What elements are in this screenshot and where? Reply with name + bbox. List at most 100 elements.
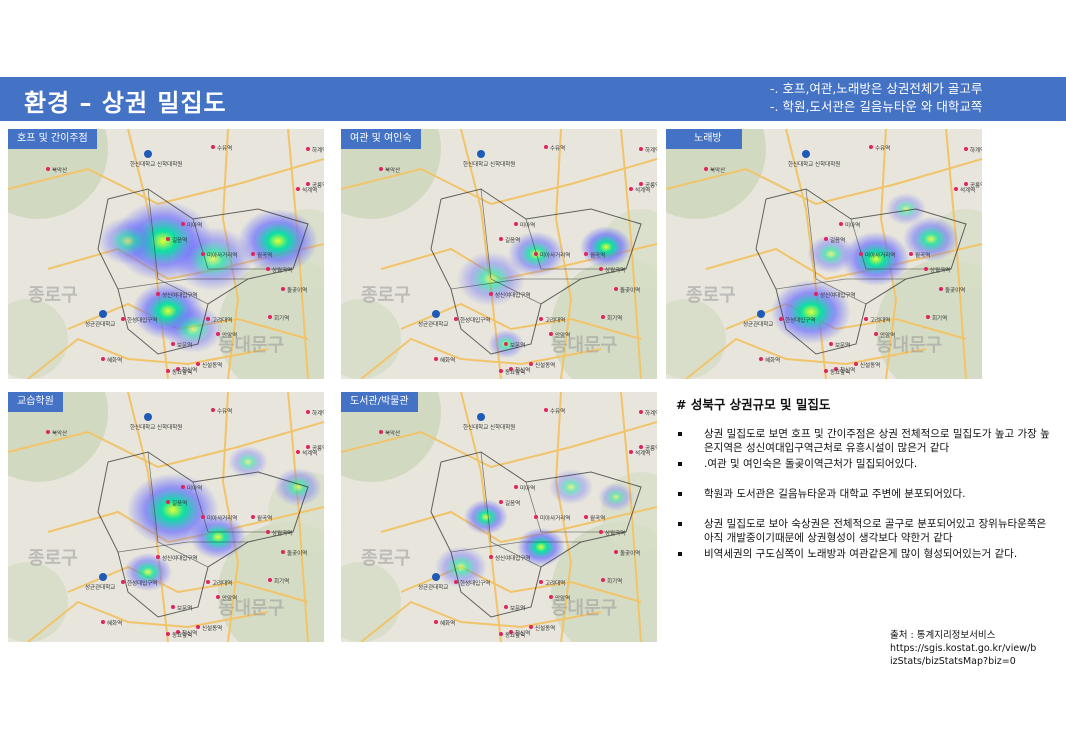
station-marker	[859, 252, 863, 256]
station-label: 동묘앞역	[830, 368, 850, 376]
station-label: 공릉역	[970, 181, 982, 189]
station-label: 북악산	[710, 166, 725, 174]
station-label: 돌곶이역	[620, 549, 640, 557]
station-label: 수유역	[217, 144, 232, 152]
station-label: 미아역	[520, 484, 535, 492]
school-icon	[757, 310, 765, 318]
summary-title: # 성북구 상권규모 및 밀집도	[676, 397, 831, 412]
station-marker	[864, 317, 868, 321]
station-marker	[121, 317, 125, 321]
station-marker	[854, 362, 858, 366]
summary-bullet: 학원과 도서관은 길음뉴타운과 대학교 주변에 분포되어있다.	[676, 487, 1056, 501]
station-marker	[166, 632, 170, 636]
station-label: 회기역	[607, 314, 622, 322]
station-marker	[499, 369, 503, 373]
station-marker	[601, 315, 605, 319]
station-label: 수유역	[550, 144, 565, 152]
station-marker	[171, 605, 175, 609]
station-label: 보문역	[835, 341, 850, 349]
terrain-area	[341, 299, 401, 379]
station-marker	[924, 267, 928, 271]
station-label: 고려대역	[545, 316, 565, 324]
station-label: 공릉역	[645, 444, 657, 452]
station-marker	[454, 317, 458, 321]
station-marker	[156, 555, 160, 559]
station-label: 길음역	[505, 236, 520, 244]
station-marker	[434, 357, 438, 361]
station-label: 고려대역	[870, 316, 890, 324]
panel-label: 노래방	[666, 129, 742, 149]
station-marker	[489, 292, 493, 296]
station-marker	[629, 187, 633, 191]
station-label: 미아역	[520, 221, 535, 229]
station-marker	[268, 578, 272, 582]
heatmap-panel-academy: 교습학원 수유역 미아역 미아사거리역 길음역 성신여대입구역 한성대입구역 혜화역 보문역 월…	[8, 392, 324, 642]
station-label: 수유역	[550, 407, 565, 415]
school-icon	[432, 310, 440, 318]
heat-spot	[464, 499, 508, 535]
station-label: 한성대입구역	[785, 316, 815, 324]
station-marker	[539, 580, 543, 584]
station-marker	[529, 625, 533, 629]
station-label: 신설동역	[860, 361, 880, 369]
station-marker	[529, 362, 533, 366]
station-marker	[814, 292, 818, 296]
station-label: 공릉역	[312, 444, 324, 452]
heat-spot	[274, 467, 322, 507]
station-label: 미아사거리역	[865, 251, 895, 259]
station-label: 수유역	[217, 407, 232, 415]
station-label: 신설동역	[202, 624, 222, 632]
station-marker	[504, 605, 508, 609]
station-marker	[296, 187, 300, 191]
station-label: 성신여대입구역	[162, 291, 197, 299]
terrain-area	[666, 299, 726, 379]
station-marker	[601, 578, 605, 582]
station-label: 고려대역	[545, 579, 565, 587]
place-label: 한신대학교 신학대학원	[788, 160, 840, 168]
district-label: 동대문구	[218, 598, 284, 619]
station-marker	[206, 580, 210, 584]
station-marker	[121, 580, 125, 584]
bullet-icon	[678, 522, 682, 526]
station-marker	[926, 315, 930, 319]
heatmap-map: 수유역미아역미아사거리역 길음역성신여대입구역한성대입구역혜화역 보문역 월곡역고려대…	[341, 392, 657, 642]
station-marker	[869, 145, 873, 149]
station-label: 월곡역	[257, 514, 272, 522]
station-marker	[534, 252, 538, 256]
header-note: -. 호프,여관,노래방은 상권전체가 골고루	[770, 81, 983, 96]
station-label: 미아사거리역	[207, 251, 237, 259]
station-label: 미아역	[187, 484, 202, 492]
heat-spot	[580, 226, 632, 268]
station-marker	[584, 515, 588, 519]
page-title: 환경 – 상권 밀집도	[24, 89, 227, 117]
place-label: 한신대학교 신학대학원	[463, 423, 515, 431]
station-label: 한성대입구역	[460, 579, 490, 587]
station-marker	[46, 430, 50, 434]
school-icon	[477, 150, 485, 158]
bullet-icon	[678, 462, 682, 466]
station-marker	[306, 410, 310, 414]
station-marker	[379, 430, 383, 434]
station-label: 하계역	[312, 409, 324, 417]
district-label: 동대문구	[551, 598, 617, 619]
station-label: 미아사거리역	[540, 514, 570, 522]
header-note: -. 학원,도서관은 길음뉴타운 와 대학교쪽	[770, 99, 983, 114]
station-label: 북악산	[52, 166, 67, 174]
station-label: 회기역	[274, 314, 289, 322]
station-label: 보문역	[177, 341, 192, 349]
source-note: 출처 : 통계지리정보서비스 https://sgis.kostat.go.kr…	[890, 629, 1036, 668]
station-label: 월곡역	[257, 251, 272, 259]
station-label: 성신여대입구역	[162, 554, 197, 562]
station-marker	[181, 485, 185, 489]
station-label: 신설동역	[202, 361, 222, 369]
district-label: 동대문구	[876, 335, 942, 356]
station-label: 돌곶이역	[287, 549, 307, 557]
station-marker	[251, 515, 255, 519]
station-label: 하계역	[970, 146, 982, 154]
station-marker	[639, 147, 643, 151]
station-label: 동묘앞역	[172, 368, 192, 376]
station-marker	[166, 237, 170, 241]
station-marker	[504, 342, 508, 346]
bullet-icon	[678, 492, 682, 496]
station-label: 보문역	[510, 341, 525, 349]
